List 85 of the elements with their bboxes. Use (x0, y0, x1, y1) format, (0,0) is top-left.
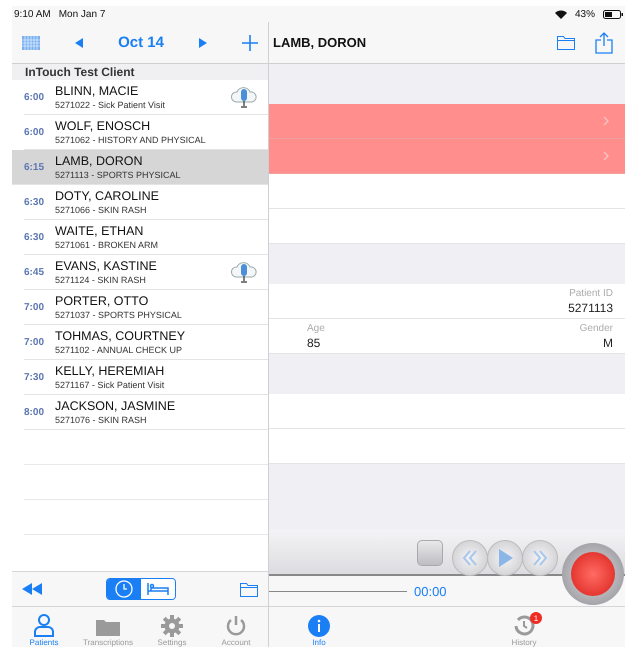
patient-name: DOTY, CAROLINE (55, 189, 160, 203)
play-icon (497, 549, 513, 567)
visit-detail: 5271076 - SKIN RASH (55, 415, 148, 425)
bed-icon (147, 582, 169, 596)
wifi-icon (554, 10, 567, 18)
visit-detail: 5271037 - SPORTS PHYSICAL (55, 310, 183, 320)
date-title: Oct 14 (118, 34, 164, 51)
double-chevron-right-icon (532, 550, 548, 566)
appointment-time: 7:00 (24, 302, 46, 312)
section-header: InTouch Test Client (12, 64, 268, 80)
field-label: Patient ID (569, 288, 613, 298)
patient-title: LAMB, DORON (273, 35, 368, 50)
appointment-row[interactable]: 7:00 TOHMAS, COURTNEY 5271102 - ANNUAL CHECK UP (24, 325, 268, 360)
power-icon (225, 615, 247, 637)
bed-view-button[interactable] (141, 579, 175, 599)
double-chevron-left-icon (462, 550, 478, 566)
rewind-button[interactable] (22, 583, 42, 595)
calendar-button[interactable] (22, 36, 40, 50)
previous-day-button[interactable] (75, 38, 84, 48)
info-icon (308, 615, 330, 637)
stop-button[interactable] (417, 540, 443, 566)
share-button[interactable] (595, 32, 613, 54)
chevron-icon (603, 116, 609, 126)
folder-button[interactable] (557, 35, 575, 50)
appointment-row[interactable]: 6:30 WAITE, ETHAN 5271061 - BROKEN ARM (24, 220, 268, 255)
gear-icon (161, 615, 183, 637)
battery-icon (603, 10, 623, 18)
cloud-microphone-icon (230, 261, 258, 283)
view-toggle[interactable] (106, 578, 176, 600)
clock-icon (115, 580, 133, 598)
tab-bar-item[interactable]: Patients (12, 607, 76, 647)
appointment-time: 8:00 (24, 406, 46, 418)
patient-name: BLINN, MACIE (55, 84, 140, 98)
appointment-row[interactable]: 6:00 BLINN, MACIE 5271022 - Sick Patient Visit (24, 80, 268, 115)
appointment-time: 7:30 (24, 372, 46, 382)
field-value: 85 (307, 336, 320, 350)
appointment-time: 6:15 (24, 162, 46, 172)
appointment-time: 6:30 (24, 232, 46, 242)
appointment-time: 7:00 (24, 336, 46, 348)
history-icon (513, 615, 535, 637)
patient-name: PORTER, OTTO (55, 294, 150, 308)
elapsed-time: 00:00 (414, 584, 447, 598)
appointment-row[interactable]: 6:15 LAMB, DORON 5271113 - SPORTS PHYSICAL (12, 150, 268, 185)
visit-detail: 5271061 - BROKEN ARM (55, 240, 160, 250)
visit-detail: 5271062 - HISTORY AND PHYSICAL (55, 135, 207, 145)
field-value: 5271113 (568, 300, 613, 314)
patient-name: KELLY, HEREMIAH (55, 364, 166, 378)
folder-button[interactable] (240, 582, 258, 596)
tab-bar-item[interactable]: 1 History (474, 607, 574, 647)
patient-name: JACKSON, JASMINE (55, 399, 176, 413)
patient-name: TOHMAS, COURTNEY (55, 329, 186, 343)
appointment-time: 6:45 (24, 266, 46, 278)
patient-name: EVANS, KASTINE (55, 259, 158, 273)
cloud-microphone-icon (230, 86, 258, 108)
patient-name: LAMB, DORON (55, 154, 144, 168)
field-label: Age (307, 322, 325, 334)
appointment-row[interactable]: 6:45 EVANS, KASTINE 5271124 - SKIN RASH (24, 255, 268, 290)
add-button[interactable] (242, 34, 258, 50)
clock-view-button[interactable] (107, 579, 141, 599)
appointment-time: 6:30 (24, 196, 46, 208)
visit-detail: 5271113 - SPORTS PHYSICAL (55, 170, 182, 180)
appointment-row[interactable]: 7:00 PORTER, OTTO 5271037 - SPORTS PHYSICAL (24, 290, 268, 325)
field-value: M (603, 336, 613, 350)
person-icon (33, 613, 55, 637)
battery-percentage: 43% (574, 8, 595, 20)
visit-detail: 5271124 - SKIN RASH (55, 275, 147, 285)
visit-detail: 5271066 - SKIN RASH (55, 205, 148, 215)
tab-bar-item[interactable]: Info (269, 607, 369, 647)
status-time: 9:10 AM (14, 8, 51, 20)
visit-detail: 5271022 - Sick Patient Visit (55, 100, 166, 110)
next-day-button[interactable] (198, 38, 207, 48)
patient-name: WAITE, ETHAN (55, 224, 144, 238)
field-label: Gender (580, 322, 613, 334)
visit-detail: 5271167 - Sick Patient Visit (55, 380, 166, 390)
status-date: Mon Jan 7 (58, 8, 106, 20)
folder-icon (95, 617, 121, 637)
appointment-row[interactable]: 8:00 JACKSON, JASMINE 5271076 - SKIN RASH (24, 395, 268, 430)
appointment-row[interactable]: 7:30 KELLY, HEREMIAH 5271167 - Sick Patient Visit (24, 360, 268, 395)
patient-name: WOLF, ENOSCH (55, 119, 152, 133)
appointment-row[interactable]: 6:30 DOTY, CAROLINE 5271066 - SKIN RASH (24, 185, 268, 220)
appointment-time: 6:00 (24, 92, 46, 102)
notification-badge: 1 (530, 612, 542, 624)
chevron-icon (603, 151, 609, 161)
visit-detail: 5271102 - ANNUAL CHECK UP (55, 345, 184, 355)
appointment-time: 6:00 (24, 126, 46, 138)
